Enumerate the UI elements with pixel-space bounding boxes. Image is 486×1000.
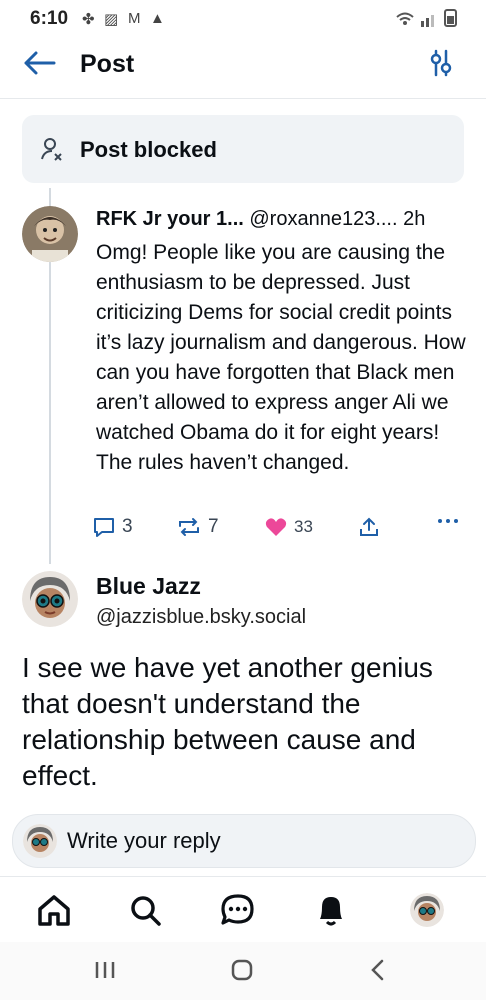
reply-count: 3: [122, 516, 133, 537]
thread-connector: [49, 262, 51, 564]
top-header: Post: [0, 36, 486, 99]
wifi-signal-icon: [396, 12, 434, 27]
post-actions: 3 7 33: [92, 512, 472, 546]
battery-icon: [444, 9, 457, 27]
thread-settings-icon[interactable]: [426, 48, 456, 78]
chat-icon[interactable]: [220, 893, 256, 927]
notifications-icon[interactable]: [314, 893, 348, 927]
thread-connector: [49, 188, 51, 206]
system-navigation-bar: [0, 942, 486, 1000]
home-icon[interactable]: [36, 893, 72, 927]
profile-avatar[interactable]: [410, 893, 444, 927]
search-icon[interactable]: [128, 893, 164, 927]
main-post-text: I see we have yet another genius that do…: [22, 652, 433, 791]
page-title: Post: [80, 50, 135, 78]
reply-author-handle[interactable]: @roxanne123....: [249, 208, 397, 230]
reply-post-age: 2h: [403, 208, 426, 230]
person-blocked-icon: [41, 138, 62, 161]
back-button-icon[interactable]: [368, 958, 386, 982]
reply-post-header: RFK Jr your 1... @roxanne123.... 2h: [96, 208, 425, 231]
reply-author-name[interactable]: RFK Jr your 1...: [96, 208, 244, 230]
comment-icon: [94, 518, 114, 537]
gmail-icon: M: [128, 10, 141, 27]
like-count: 33: [294, 517, 313, 536]
status-time: 6:10: [30, 8, 69, 29]
back-arrow-icon[interactable]: [22, 48, 58, 78]
reply-placeholder: Write your reply: [67, 828, 221, 853]
bottom-tab-bar: [0, 876, 486, 943]
status-bar: 6:10 ✤ ▨ M ▲: [0, 0, 486, 36]
recent-apps-icon[interactable]: [94, 960, 116, 980]
more-options-icon[interactable]: [436, 516, 460, 526]
author-avatar[interactable]: [22, 206, 78, 262]
share-icon: [360, 517, 378, 536]
main-author-name[interactable]: Blue Jazz: [96, 573, 201, 600]
home-button-icon[interactable]: [230, 958, 254, 982]
pinwheel-icon: ✤: [82, 11, 95, 28]
like-action[interactable]: 33: [264, 516, 313, 538]
bell-status-icon: ▲: [150, 10, 165, 27]
share-action[interactable]: [358, 516, 380, 538]
reply-action[interactable]: 3: [92, 516, 133, 538]
main-author-avatar[interactable]: [22, 571, 78, 627]
image-icon: ▨: [104, 11, 119, 28]
repost-count: 7: [208, 516, 219, 537]
reply-post-text: Omg! People like you are causing the ent…: [96, 241, 466, 474]
reply-composer[interactable]: Write your reply: [12, 814, 476, 868]
blocked-post-card[interactable]: Post blocked: [22, 115, 464, 183]
repost-action[interactable]: 7: [176, 516, 219, 538]
heart-filled-icon: [265, 518, 287, 536]
repost-icon: [179, 518, 199, 536]
composer-avatar: [23, 824, 57, 858]
main-author-handle[interactable]: @jazzisblue.bsky.social: [96, 606, 306, 629]
blocked-label: Post blocked: [80, 137, 217, 162]
